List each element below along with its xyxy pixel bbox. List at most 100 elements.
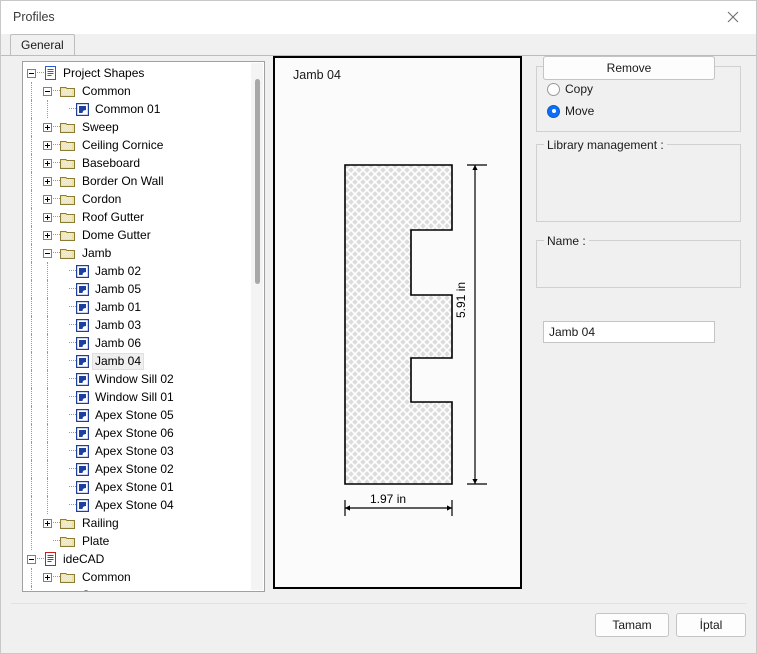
expand-icon[interactable]	[43, 591, 52, 593]
tree-item-jamb-02[interactable]: Jamb 02	[23, 262, 253, 280]
tree-item-jamb[interactable]: Jamb	[23, 244, 253, 262]
expand-icon[interactable]	[43, 141, 52, 150]
tree-connector	[53, 540, 60, 542]
tree-item-cordon[interactable]: Cordon	[23, 190, 253, 208]
remove-button[interactable]: Remove	[543, 56, 715, 80]
tree-item-border-on-wall[interactable]: Border On Wall	[23, 172, 253, 190]
tree-item-jamb-01[interactable]: Jamb 01	[23, 298, 253, 316]
expand-icon[interactable]	[43, 231, 52, 240]
tree-item-common[interactable]: Common	[23, 82, 253, 100]
tree-item-apex-stone-03[interactable]: Apex Stone 03	[23, 442, 253, 460]
tree-item-label: Sweep	[79, 120, 122, 135]
tree-connector	[69, 396, 76, 398]
tree-item-apex-stone-02[interactable]: Apex Stone 02	[23, 460, 253, 478]
collapse-icon[interactable]	[27, 69, 36, 78]
tree-connector	[69, 468, 76, 470]
tree-item-ceiling-cornice[interactable]: Ceiling Cornice	[23, 136, 253, 154]
tree-item-label: Jamb 04	[92, 353, 144, 370]
name-group: Name :	[536, 240, 741, 288]
tree-item-label: Apex Stone 06	[92, 426, 177, 441]
tree-rows-container: Project ShapesCommonCommon 01SweepCeilin…	[23, 62, 253, 592]
tree-item-plate[interactable]: Plate	[23, 532, 253, 550]
tree-item-label: Plate	[79, 534, 112, 549]
tree-item-baseboard[interactable]: Baseboard	[23, 154, 253, 172]
tree-item-label: Apex Stone 04	[92, 498, 177, 513]
tree-item-jamb-03[interactable]: Jamb 03	[23, 316, 253, 334]
shape-icon	[76, 445, 89, 458]
tree-item-label: Apex Stone 01	[92, 480, 177, 495]
tree-item-common-01[interactable]: Common 01	[23, 100, 253, 118]
tree-item-window-sill-01[interactable]: Window Sill 01	[23, 388, 253, 406]
expand-icon[interactable]	[43, 123, 52, 132]
radio-copy-indicator[interactable]	[547, 83, 560, 96]
tree-item-window-sill-02[interactable]: Window Sill 02	[23, 370, 253, 388]
tree-item-apex-stone-06[interactable]: Apex Stone 06	[23, 424, 253, 442]
tree-item-apex-stone-01[interactable]: Apex Stone 01	[23, 478, 253, 496]
document-red-icon	[44, 552, 57, 566]
tree-connector	[53, 252, 60, 254]
height-dimension-label: 5.91 in	[454, 282, 468, 318]
collapse-icon[interactable]	[43, 87, 52, 96]
tree-item-jamb-05[interactable]: Jamb 05	[23, 280, 253, 298]
tree-guide-line	[31, 424, 33, 442]
tree-guide-line	[31, 460, 33, 478]
shape-icon	[76, 499, 89, 512]
tree-item-idecad[interactable]: ideCAD	[23, 550, 253, 568]
expand-icon[interactable]	[43, 213, 52, 222]
tree-item-project-shapes[interactable]: Project Shapes	[23, 64, 253, 82]
tree-item-sweep[interactable]: Sweep	[23, 586, 253, 592]
tree-guide-line	[31, 406, 33, 424]
tree-guide-line	[47, 442, 49, 460]
radio-move-label: Move	[565, 104, 594, 118]
tree-guide-line	[31, 100, 33, 118]
tree-guide-line	[31, 352, 33, 370]
tree-connector	[69, 324, 76, 326]
folder-icon	[60, 229, 76, 242]
radio-copy[interactable]: Copy	[547, 82, 593, 96]
tree-item-label: Jamb 06	[92, 336, 144, 351]
shape-icon	[76, 481, 89, 494]
collapse-icon[interactable]	[27, 555, 36, 564]
tree-item-label: Common	[79, 84, 134, 99]
shape-icon	[76, 103, 89, 116]
folder-icon	[60, 211, 76, 224]
folder-icon	[60, 571, 76, 584]
tree-item-jamb-04[interactable]: Jamb 04	[23, 352, 253, 370]
tab-general[interactable]: General	[10, 34, 75, 56]
document-blue-icon	[44, 66, 57, 80]
scrollbar-thumb[interactable]	[255, 79, 260, 284]
tree-connector	[69, 504, 76, 506]
radio-move[interactable]: Move	[547, 104, 594, 118]
name-group-title: Name :	[544, 234, 589, 248]
name-input[interactable]	[543, 321, 715, 343]
shape-icon	[76, 265, 89, 278]
tree-item-roof-gutter[interactable]: Roof Gutter	[23, 208, 253, 226]
tree-item-common[interactable]: Common	[23, 568, 253, 586]
shape-icon	[76, 409, 89, 422]
tree-item-label: Dome Gutter	[79, 228, 154, 243]
expand-icon[interactable]	[43, 159, 52, 168]
tree-item-railing[interactable]: Railing	[23, 514, 253, 532]
profiles-tree[interactable]: Project ShapesCommonCommon 01SweepCeilin…	[22, 61, 265, 592]
tree-item-dome-gutter[interactable]: Dome Gutter	[23, 226, 253, 244]
collapse-icon[interactable]	[43, 249, 52, 258]
tree-item-apex-stone-04[interactable]: Apex Stone 04	[23, 496, 253, 514]
radio-move-indicator[interactable]	[547, 105, 560, 118]
close-icon[interactable]	[710, 1, 756, 32]
tree-guide-line	[47, 100, 49, 118]
expand-icon[interactable]	[43, 519, 52, 528]
tree-connector	[37, 558, 44, 560]
tree-item-label: Apex Stone 05	[92, 408, 177, 423]
tree-connector	[53, 126, 60, 128]
ok-button[interactable]: Tamam	[595, 613, 669, 637]
tree-item-sweep[interactable]: Sweep	[23, 118, 253, 136]
tree-guide-line	[31, 532, 33, 550]
shape-icon	[76, 301, 89, 314]
cancel-button[interactable]: İptal	[676, 613, 746, 637]
expand-icon[interactable]	[43, 573, 52, 582]
tree-item-jamb-06[interactable]: Jamb 06	[23, 334, 253, 352]
tree-item-apex-stone-05[interactable]: Apex Stone 05	[23, 406, 253, 424]
expand-icon[interactable]	[43, 177, 52, 186]
tree-vertical-scrollbar[interactable]	[251, 63, 263, 590]
expand-icon[interactable]	[43, 195, 52, 204]
